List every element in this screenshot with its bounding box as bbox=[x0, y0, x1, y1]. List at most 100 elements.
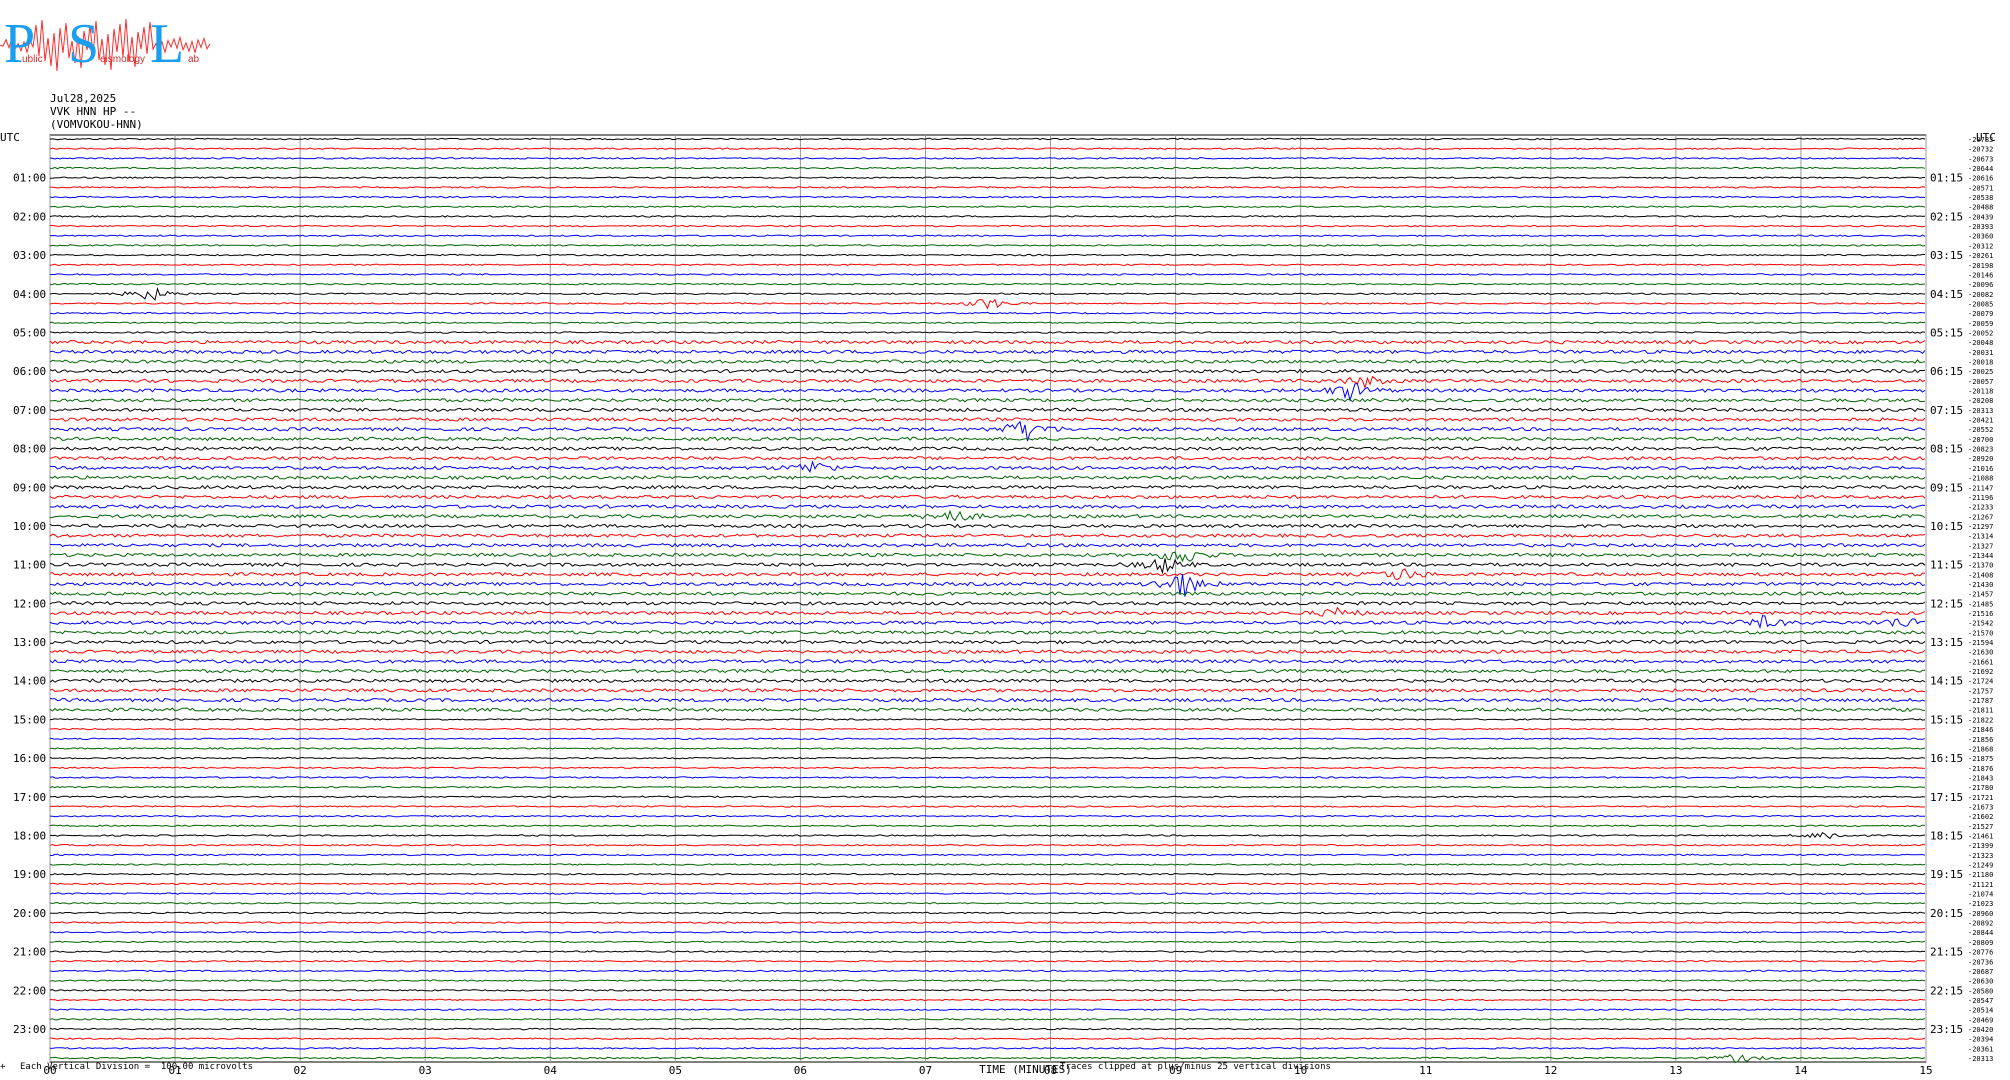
trace-offset-label: -21527 bbox=[1968, 823, 1993, 831]
trace-offset-label: -20547 bbox=[1968, 997, 1993, 1005]
trace-line bbox=[49, 601, 1926, 606]
trace-offset-label: -21233 bbox=[1968, 504, 1993, 512]
left-hour-label: 04:00 bbox=[13, 288, 46, 301]
trace-offset-label: -21780 bbox=[1968, 784, 1993, 792]
trace-offset-label: -21267 bbox=[1968, 513, 1993, 521]
trace-line bbox=[49, 298, 1926, 310]
trace-offset-label: -20687 bbox=[1968, 968, 1993, 976]
trace-offset-label: -20488 bbox=[1968, 204, 1993, 212]
trace-offset-label: -21249 bbox=[1968, 862, 1993, 870]
trace-line bbox=[50, 795, 1926, 799]
logo-letter: L bbox=[150, 13, 184, 75]
trace-line bbox=[49, 872, 1926, 876]
trace-offset-label: -21399 bbox=[1968, 842, 1993, 850]
trace-offset-label: -20048 bbox=[1968, 339, 1993, 347]
right-hour-label: 02:15 bbox=[1930, 210, 1963, 223]
trace-offset-label: -20700 bbox=[1968, 436, 1993, 444]
trace-line bbox=[49, 892, 1926, 895]
right-hour-label: 09:15 bbox=[1930, 481, 1963, 494]
trace-line bbox=[49, 359, 1926, 364]
x-tick-label: 02 bbox=[294, 1064, 307, 1077]
trace-line bbox=[49, 339, 1926, 345]
trace-line bbox=[49, 824, 1926, 828]
trace-line bbox=[49, 224, 1926, 228]
trace-offset-label: -21180 bbox=[1968, 871, 1993, 879]
trace-line bbox=[49, 979, 1926, 982]
trace-line bbox=[49, 1047, 1926, 1050]
trace-offset-label: -20393 bbox=[1968, 223, 1993, 231]
right-hour-label: 17:15 bbox=[1930, 791, 1963, 804]
left-hour-label: 14:00 bbox=[13, 675, 46, 688]
trace-offset-label: -20057 bbox=[1968, 378, 1993, 386]
trace-line bbox=[49, 882, 1926, 886]
trace-line bbox=[49, 244, 1926, 247]
trace-offset-label: -20025 bbox=[1968, 368, 1993, 376]
trace-offset-label: -20085 bbox=[1968, 300, 1993, 308]
trace-line bbox=[49, 383, 1926, 403]
trace-line bbox=[49, 551, 1926, 563]
trace-offset-label: -21724 bbox=[1968, 678, 1993, 686]
right-hour-label: 08:15 bbox=[1930, 443, 1963, 456]
trace-line bbox=[49, 321, 1926, 325]
trace-line bbox=[49, 137, 1926, 141]
trace-offset-label: -21661 bbox=[1968, 658, 1993, 666]
trace-line bbox=[49, 484, 1926, 490]
right-hour-label: 07:15 bbox=[1930, 404, 1963, 417]
footer-mark: + bbox=[0, 1062, 6, 1072]
right-hour-label: 14:15 bbox=[1930, 675, 1963, 688]
trace-line bbox=[49, 234, 1926, 237]
right-hour-label: 13:15 bbox=[1930, 636, 1963, 649]
trace-line bbox=[49, 195, 1926, 199]
helicorder-plot: P S Lublic eismology ab UTC UTC01:0002:0003:0… bbox=[0, 13, 1996, 1077]
left-hour-label: 18:00 bbox=[13, 830, 46, 843]
logo-letter: P bbox=[4, 13, 35, 75]
trace-line bbox=[49, 814, 1925, 818]
trace-offset-label: -20920 bbox=[1968, 455, 1993, 463]
trace-offset-label: -21344 bbox=[1968, 552, 1993, 560]
x-tick-label: 14 bbox=[1794, 1064, 1808, 1077]
trace-offset-label: -21602 bbox=[1968, 813, 1993, 821]
trace-line bbox=[49, 460, 1926, 473]
trace-line bbox=[49, 331, 1926, 334]
trace-line bbox=[49, 1053, 1926, 1064]
trace-line bbox=[49, 417, 1926, 422]
trace-offset-label: -21811 bbox=[1968, 707, 1993, 715]
trace-line bbox=[49, 678, 1926, 684]
trace-line bbox=[49, 475, 1926, 480]
logo-word: ublic bbox=[22, 54, 43, 65]
trace-line bbox=[49, 843, 1926, 847]
clip-note: Traces clipped at plus/minus 25 vertical… bbox=[1060, 1062, 1331, 1072]
right-hour-label: 15:15 bbox=[1930, 713, 1963, 726]
trace-line bbox=[49, 311, 1926, 315]
trace-line bbox=[49, 1008, 1926, 1011]
trace-line bbox=[49, 630, 1926, 635]
left-hour-label: 05:00 bbox=[13, 326, 46, 339]
trace-offset-label: -20469 bbox=[1968, 1016, 1993, 1024]
trace-line bbox=[49, 349, 1926, 355]
trace-line bbox=[49, 273, 1926, 276]
trace-offset-label: -20960 bbox=[1968, 910, 1993, 918]
right-hour-label: 22:15 bbox=[1930, 984, 1963, 997]
logo-word: eismology bbox=[100, 54, 145, 65]
trace-offset-label: -20261 bbox=[1968, 252, 1993, 260]
trace-line bbox=[49, 921, 1926, 924]
trace-line bbox=[49, 436, 1926, 442]
trace-line bbox=[49, 606, 1926, 617]
trace-line bbox=[49, 901, 1926, 905]
trace-offset-label: -20732 bbox=[1968, 146, 1993, 154]
left-hour-label: 16:00 bbox=[13, 752, 46, 765]
x-tick-label: 07 bbox=[919, 1064, 932, 1077]
trace-line bbox=[49, 1018, 1926, 1021]
trace-line bbox=[49, 558, 1926, 575]
trace-line bbox=[49, 253, 1926, 257]
trace-line bbox=[49, 930, 1926, 934]
trace-offset-label: -21485 bbox=[1968, 600, 1993, 608]
trace-offset-label: -20018 bbox=[1968, 358, 1993, 366]
logo-word: ab bbox=[188, 54, 200, 65]
left-hour-label: 03:00 bbox=[13, 249, 46, 262]
x-tick-label: 06 bbox=[794, 1064, 807, 1077]
trace-line bbox=[49, 697, 1926, 703]
trace-line bbox=[49, 455, 1926, 461]
trace-line bbox=[49, 960, 1925, 963]
trace-line bbox=[49, 397, 1926, 403]
